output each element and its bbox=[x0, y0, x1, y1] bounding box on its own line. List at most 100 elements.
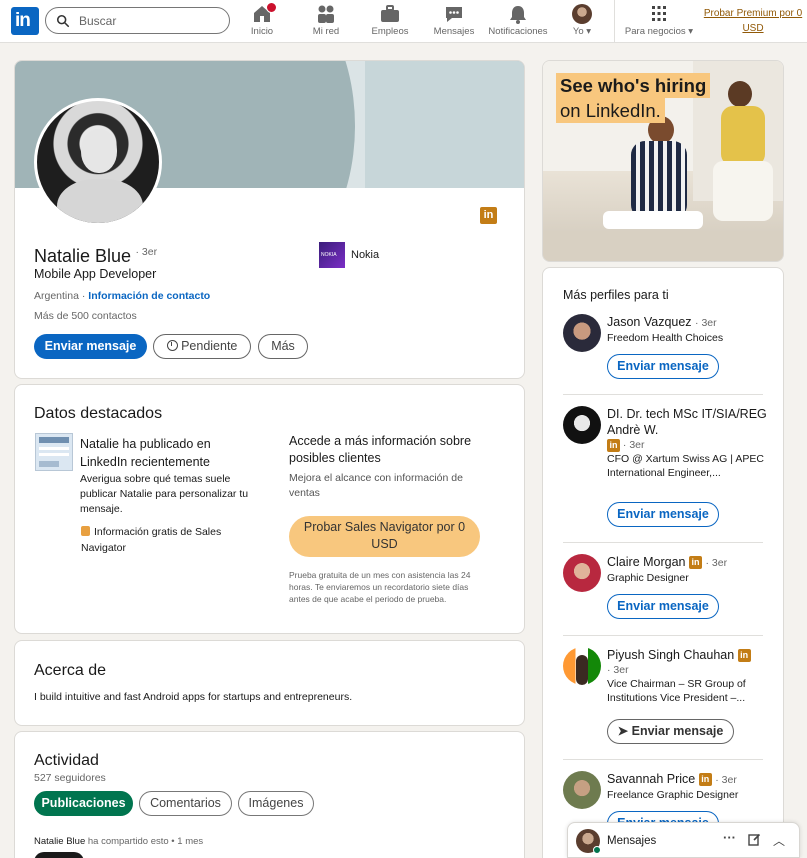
person-degree-row: in · 3er bbox=[607, 438, 767, 452]
profile-suggestion: Piyush Singh Chauhan in · 3er Vice Chair… bbox=[563, 647, 763, 747]
more-button[interactable]: Más bbox=[258, 334, 308, 359]
person-headline: Vice Chairman – SR Group of Institutions… bbox=[607, 678, 746, 704]
highlights-card: Datos destacados Natalie ha publicado en… bbox=[14, 384, 525, 634]
upsell-fine-print: Prueba gratuita de un mes con asistencia… bbox=[289, 570, 471, 604]
messaging-icon bbox=[443, 4, 465, 24]
person-name[interactable]: DI. Dr. tech MSc IT/SIA/REG Andrè W. bbox=[607, 406, 767, 438]
search-input[interactable]: Buscar bbox=[45, 7, 230, 34]
send-message-button[interactable]: Enviar mensaje bbox=[607, 502, 719, 527]
person-name-row: Claire Morgan in · 3er bbox=[607, 555, 728, 570]
online-status-icon bbox=[593, 846, 601, 854]
nav-me[interactable]: Yo ▾ bbox=[568, 4, 596, 40]
section-title: Actividad bbox=[34, 752, 99, 769]
premium-link[interactable]: Probar Premium por 0 USD bbox=[703, 6, 803, 36]
compose-icon[interactable] bbox=[748, 833, 761, 846]
premium-icon: in bbox=[607, 438, 620, 452]
divider bbox=[563, 542, 763, 543]
sales-navigator-icon bbox=[81, 526, 90, 536]
profile-suggestion: Jason Vazquez · 3er Freedom Health Choic… bbox=[563, 314, 763, 384]
tab-comments[interactable]: Comentarios bbox=[139, 791, 232, 816]
upsell-desc: Mejora el alcance con información de ven… bbox=[289, 472, 463, 499]
send-message-button[interactable]: Enviar mensaje bbox=[607, 594, 719, 619]
premium-icon: in bbox=[480, 207, 497, 224]
post-highlight-desc: Averigua sobre qué temas suele publicar … bbox=[80, 473, 249, 515]
ad-headline-line-2: on LinkedIn. bbox=[556, 98, 665, 123]
nav-divider bbox=[614, 0, 615, 42]
divider bbox=[563, 635, 763, 636]
send-message-button[interactable]: Enviar mensaje bbox=[607, 354, 719, 379]
person-name[interactable]: Claire Morgan bbox=[607, 555, 686, 569]
nav-notifications[interactable]: Notificaciones bbox=[487, 4, 549, 40]
tab-posts[interactable]: Publicaciones bbox=[34, 791, 133, 816]
person-name[interactable]: Piyush Singh Chauhan bbox=[607, 648, 734, 662]
chevron-up-icon[interactable]: ︿ bbox=[773, 832, 785, 849]
avatar[interactable] bbox=[563, 771, 601, 809]
person-headline: Freelance Graphic Designer bbox=[607, 789, 739, 801]
upsell-title: Accede a más información sobre posibles … bbox=[289, 434, 472, 465]
tab-images[interactable]: Imágenes bbox=[238, 791, 314, 816]
profile-suggestion: Claire Morgan in · 3er Graphic Designer … bbox=[563, 554, 763, 624]
profile-card: in Natalie Blue · 3er Mobile App Develop… bbox=[14, 60, 525, 379]
home-icon bbox=[251, 2, 277, 24]
send-message-button[interactable]: ➤ Enviar mensaje bbox=[607, 719, 734, 744]
post-meta-row: Natalie Blue ha compartido esto • 1 mes bbox=[34, 836, 204, 847]
nav-messaging[interactable]: Mensajes bbox=[433, 4, 475, 40]
profile-name: Natalie Blue bbox=[34, 246, 132, 266]
company-logo[interactable]: NOKIA bbox=[319, 242, 345, 268]
chevron-down-icon: ▾ bbox=[688, 26, 694, 37]
section-title: Datos destacados bbox=[34, 405, 163, 422]
avatar[interactable] bbox=[563, 406, 601, 444]
linkedin-logo[interactable]: in bbox=[11, 7, 39, 35]
nav-home[interactable]: Inicio bbox=[247, 2, 277, 40]
person-degree: · 3er bbox=[607, 664, 629, 676]
about-text: I build intuitive and fast Android apps … bbox=[34, 691, 353, 703]
more-profiles-card: Más perfiles para ti Jason Vazquez · 3er… bbox=[542, 267, 784, 858]
nav-my-network[interactable]: Mi red bbox=[310, 4, 342, 40]
person-name-row: Savannah Price in · 3er bbox=[607, 772, 737, 787]
company-name[interactable]: Nokia bbox=[351, 249, 379, 261]
divider bbox=[563, 759, 763, 760]
person-name-row: Piyush Singh Chauhan in bbox=[607, 647, 767, 663]
section-title: Más perfiles para ti bbox=[563, 288, 669, 302]
chevron-down-icon: ▾ bbox=[586, 26, 592, 37]
search-placeholder: Buscar bbox=[79, 14, 117, 28]
activity-card: Actividad 527 seguidores Publicaciones C… bbox=[14, 731, 525, 858]
post-illustration-icon bbox=[35, 433, 73, 471]
location-row: Argentina · Información de contacto bbox=[34, 290, 211, 302]
person-headline: Graphic Designer bbox=[607, 572, 689, 584]
more-options-icon[interactable]: ··· bbox=[723, 830, 736, 845]
avatar[interactable] bbox=[563, 554, 601, 592]
ad-headline-line-1: See who's hiring bbox=[556, 73, 711, 98]
ad-banner[interactable]: See who's hiring on LinkedIn. bbox=[542, 60, 784, 262]
person-headline: CFO @ Xartum Swiss AG | APEC Internation… bbox=[607, 453, 764, 479]
avatar[interactable] bbox=[563, 314, 601, 352]
post-highlight-title[interactable]: Natalie ha publicado en LinkedIn recient… bbox=[80, 435, 230, 471]
messaging-overlay[interactable]: Mensajes ··· ︿ bbox=[567, 822, 800, 858]
profile-photo[interactable] bbox=[34, 98, 162, 226]
post-thumbnail[interactable] bbox=[34, 852, 84, 858]
nav-business[interactable]: Para negocios ▾ bbox=[622, 4, 696, 40]
pending-button[interactable]: Pendiente bbox=[153, 334, 251, 359]
me-avatar bbox=[572, 4, 592, 24]
grid-icon bbox=[648, 4, 670, 24]
about-card: Acerca de I build intuitive and fast And… bbox=[14, 640, 525, 726]
post-author[interactable]: Natalie Blue bbox=[34, 836, 85, 847]
bell-icon bbox=[507, 4, 529, 24]
avatar[interactable] bbox=[563, 647, 601, 685]
search-icon bbox=[56, 14, 70, 28]
profile-name-row: Natalie Blue · 3er bbox=[34, 246, 157, 267]
clock-icon bbox=[166, 340, 178, 351]
send-icon: ➤ bbox=[617, 724, 629, 738]
profile-location: Argentina bbox=[34, 290, 79, 302]
network-icon bbox=[315, 4, 337, 24]
person-name[interactable]: Savannah Price bbox=[607, 772, 695, 786]
divider bbox=[563, 394, 763, 395]
premium-icon: in bbox=[698, 773, 712, 787]
premium-icon: in bbox=[737, 649, 751, 663]
person-name[interactable]: Jason Vazquez bbox=[607, 315, 692, 329]
send-message-button[interactable]: Enviar mensaje bbox=[34, 334, 147, 359]
nav-jobs[interactable]: Empleos bbox=[370, 4, 410, 40]
sales-navigator-trial-button[interactable]: Probar Sales Navigator por 0 USD bbox=[289, 516, 480, 557]
person-name-row: Jason Vazquez · 3er bbox=[607, 315, 717, 329]
contact-info-link[interactable]: Información de contacto bbox=[88, 290, 210, 302]
